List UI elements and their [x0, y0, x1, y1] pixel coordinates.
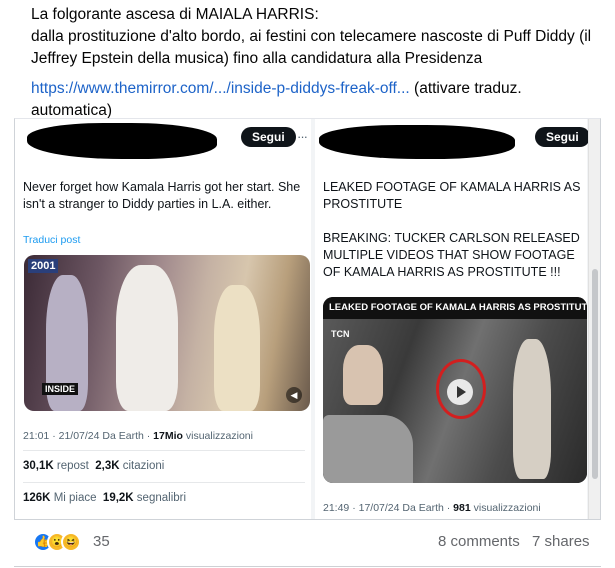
scrollbar[interactable] — [588, 119, 600, 519]
tweet-timestamp: 21:49 · 17/07/24 Da Earth · 981 visualiz… — [323, 502, 541, 514]
time-text: 21:01 · 21/07/24 Da Earth · — [23, 430, 154, 442]
divider — [23, 450, 305, 451]
figure-man — [116, 265, 178, 411]
follow-button[interactable]: Segui — [535, 127, 590, 147]
media-sign: 2001 — [28, 259, 59, 273]
views-label: visualizzazioni — [470, 502, 541, 514]
comments-count[interactable]: 8 comments — [438, 533, 520, 550]
post-line-1: La folgorante ascesa di MAIALA HARRIS: — [31, 6, 319, 23]
reposts-label: repost — [53, 460, 89, 472]
views-count: 981 — [453, 502, 471, 514]
shares-count[interactable]: 7 shares — [532, 533, 590, 550]
article-link[interactable]: https://www.themirror.com/.../inside-p-d… — [31, 80, 410, 97]
tweet-body: BREAKING: TUCKER CARLSON RELEASED MULTIP… — [323, 231, 580, 279]
divider — [23, 482, 305, 483]
reaction-count[interactable]: 35 — [93, 533, 110, 550]
tweet-text: Never forget how Kamala Harris got her s… — [23, 180, 301, 211]
redacted-username — [319, 125, 515, 159]
tweet-headline: LEAKED FOOTAGE OF KAMALA HARRIS AS PROST… — [323, 180, 581, 211]
redacted-username — [27, 123, 217, 159]
shared-screenshot[interactable]: Segui ··· Never forget how Kamala Harris… — [14, 118, 601, 520]
left-tweet: Segui ··· Never forget how Kamala Harris… — [15, 119, 311, 519]
time-text: 21:49 · 17/07/24 Da Earth · — [323, 502, 454, 514]
media-watermark: INSIDE — [42, 383, 79, 395]
reposts-count: 30,1K — [23, 460, 54, 472]
bookmarks-label: segnalibri — [133, 492, 187, 504]
likes-count: 126K — [23, 492, 51, 504]
more-options-icon[interactable]: ··· — [297, 129, 308, 144]
bookmarks-count: 19,2K — [102, 492, 134, 504]
follow-button[interactable]: Segui — [241, 127, 296, 147]
right-tweet: Segui ··· LEAKED FOOTAGE OF KAMALA HARRI… — [315, 119, 590, 519]
quotes-label: citazioni — [119, 460, 165, 472]
media-logo: TCN — [331, 329, 350, 339]
scrollbar-thumb[interactable] — [592, 269, 598, 479]
views-label: visualizzazioni — [182, 430, 253, 442]
translate-link[interactable]: Traduci post — [23, 234, 80, 246]
repost-stats: 30,1K repost 2,3K citazioni — [23, 460, 164, 472]
tweet-video[interactable]: LEAKED FOOTAGE OF KAMALA HARRIS AS PROST… — [323, 297, 587, 483]
haha-reaction-icon: 😆 — [61, 532, 81, 552]
footer-divider — [14, 566, 601, 567]
media-banner: LEAKED FOOTAGE OF KAMALA HARRIS AS PROST… — [323, 297, 587, 319]
figure-woman-right — [214, 285, 260, 411]
post-link-line: https://www.themirror.com/.../inside-p-d… — [31, 78, 601, 122]
post-text: La folgorante ascesa di MAIALA HARRIS: d… — [31, 4, 601, 122]
likes-label: Mi piace — [50, 492, 97, 504]
figure-anchor — [343, 345, 383, 405]
views-count: 17Mio — [153, 430, 183, 442]
tweet-timestamp: 21:01 · 21/07/24 Da Earth · 17Mio visual… — [23, 430, 253, 442]
volume-icon[interactable]: ◀ — [286, 387, 302, 403]
like-stats: 126K Mi piace 19,2K segnalibri — [23, 492, 186, 504]
post-footer: 👍 😮 😆 35 8 comments 7 shares — [0, 520, 615, 568]
play-icon[interactable] — [447, 379, 473, 405]
car-shape — [323, 415, 413, 483]
post-line-2: dalla prostituzione d'alto bordo, ai fes… — [31, 28, 592, 67]
tweet-video[interactable]: 2001 INSIDE ◀ — [24, 255, 310, 411]
figure-woman — [513, 339, 551, 479]
quotes-count: 2,3K — [95, 460, 120, 472]
